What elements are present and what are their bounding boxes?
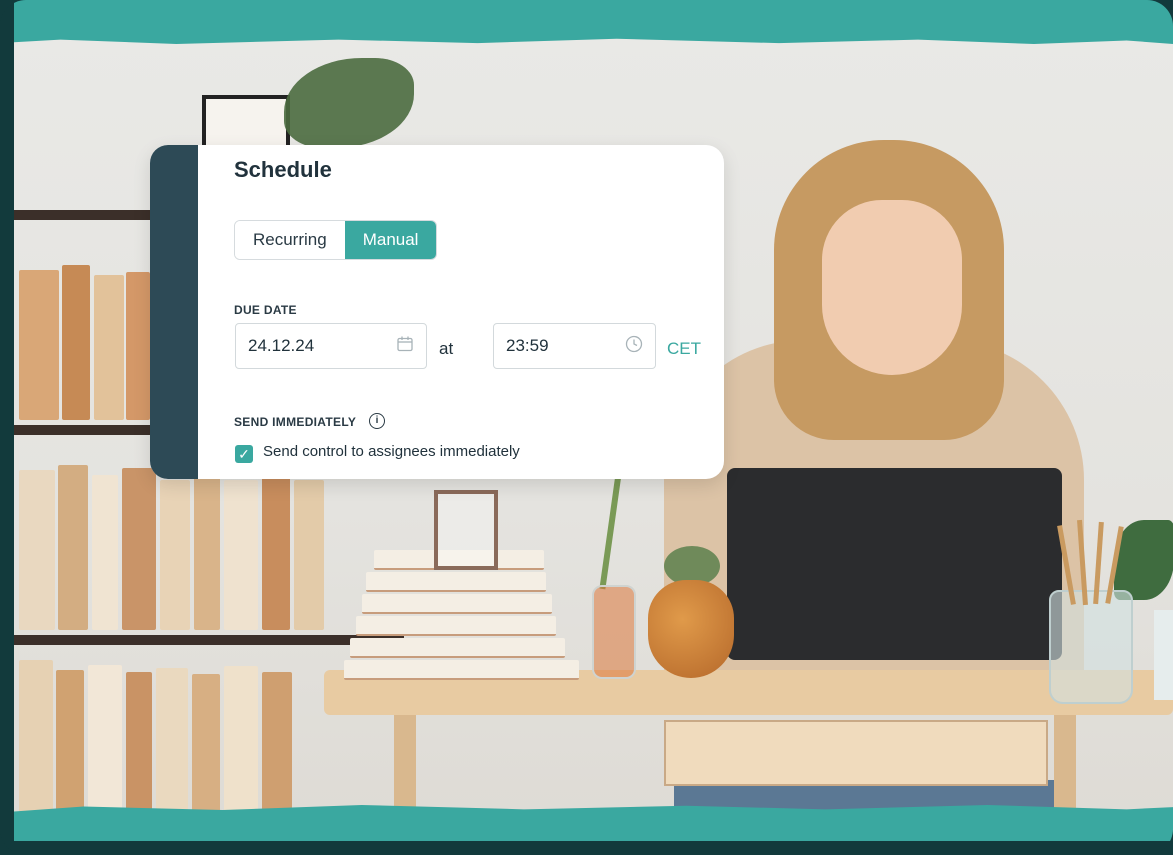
stacked-book xyxy=(366,572,546,592)
laptop xyxy=(727,468,1062,660)
schedule-card: Schedule Recurring Manual DUE DATE 24.12… xyxy=(150,145,724,479)
book xyxy=(160,480,190,630)
desk-drawer xyxy=(664,720,1048,786)
book xyxy=(94,275,124,420)
book xyxy=(126,272,150,420)
book xyxy=(19,470,55,630)
shelf-plank xyxy=(14,210,164,220)
wooden-pot xyxy=(648,580,734,678)
clock-icon[interactable] xyxy=(625,335,643,358)
checkmark-icon: ✓ xyxy=(238,446,250,462)
small-photo-frame xyxy=(434,490,498,570)
mode-segmented-control: Recurring Manual xyxy=(234,220,438,260)
stacked-book xyxy=(362,594,552,614)
send-immediately-checkbox[interactable]: ✓ xyxy=(235,445,253,463)
promo-frame: Schedule Recurring Manual DUE DATE 24.12… xyxy=(0,0,1173,855)
manual-option[interactable]: Manual xyxy=(344,221,437,259)
stacked-book xyxy=(350,638,565,658)
book xyxy=(126,672,152,830)
date-value: 24.12.24 xyxy=(248,336,315,355)
pencil-jar xyxy=(1049,590,1133,704)
send-control-label[interactable]: Send control to assignees immediately xyxy=(263,443,520,460)
hanging-plant xyxy=(284,58,414,148)
book xyxy=(88,665,122,830)
book xyxy=(262,472,290,630)
book xyxy=(194,476,220,630)
brush-stroke-top xyxy=(14,0,1173,44)
person-face xyxy=(822,200,962,375)
brush-stroke-bottom xyxy=(14,805,1173,841)
book xyxy=(19,660,53,830)
schedule-title: Schedule xyxy=(234,157,332,182)
book xyxy=(58,465,88,630)
stacked-book xyxy=(344,660,579,680)
book xyxy=(62,265,90,420)
calendar-icon[interactable] xyxy=(396,335,414,358)
shelf-plank xyxy=(14,425,164,435)
time-field[interactable]: 23:59 xyxy=(493,323,656,369)
book xyxy=(294,480,324,630)
book xyxy=(192,674,220,830)
book xyxy=(19,270,59,420)
info-icon[interactable]: i xyxy=(369,413,385,429)
time-value: 23:59 xyxy=(506,336,549,355)
book xyxy=(56,670,84,830)
glass-vase xyxy=(592,585,636,679)
timezone-label: CET xyxy=(667,339,701,358)
send-immediately-label: SEND IMMEDIATELY xyxy=(234,415,357,429)
book xyxy=(92,475,118,630)
book xyxy=(156,668,188,830)
date-field[interactable]: 24.12.24 xyxy=(235,323,427,369)
book xyxy=(224,666,258,830)
mug xyxy=(1154,610,1173,700)
at-label: at xyxy=(439,339,454,358)
stacked-book xyxy=(356,616,556,636)
book xyxy=(262,672,292,830)
book xyxy=(224,480,258,630)
due-date-label: DUE DATE xyxy=(234,303,297,317)
book xyxy=(122,468,156,630)
recurring-option[interactable]: Recurring xyxy=(235,221,345,259)
card-accent-stripe xyxy=(150,145,198,479)
